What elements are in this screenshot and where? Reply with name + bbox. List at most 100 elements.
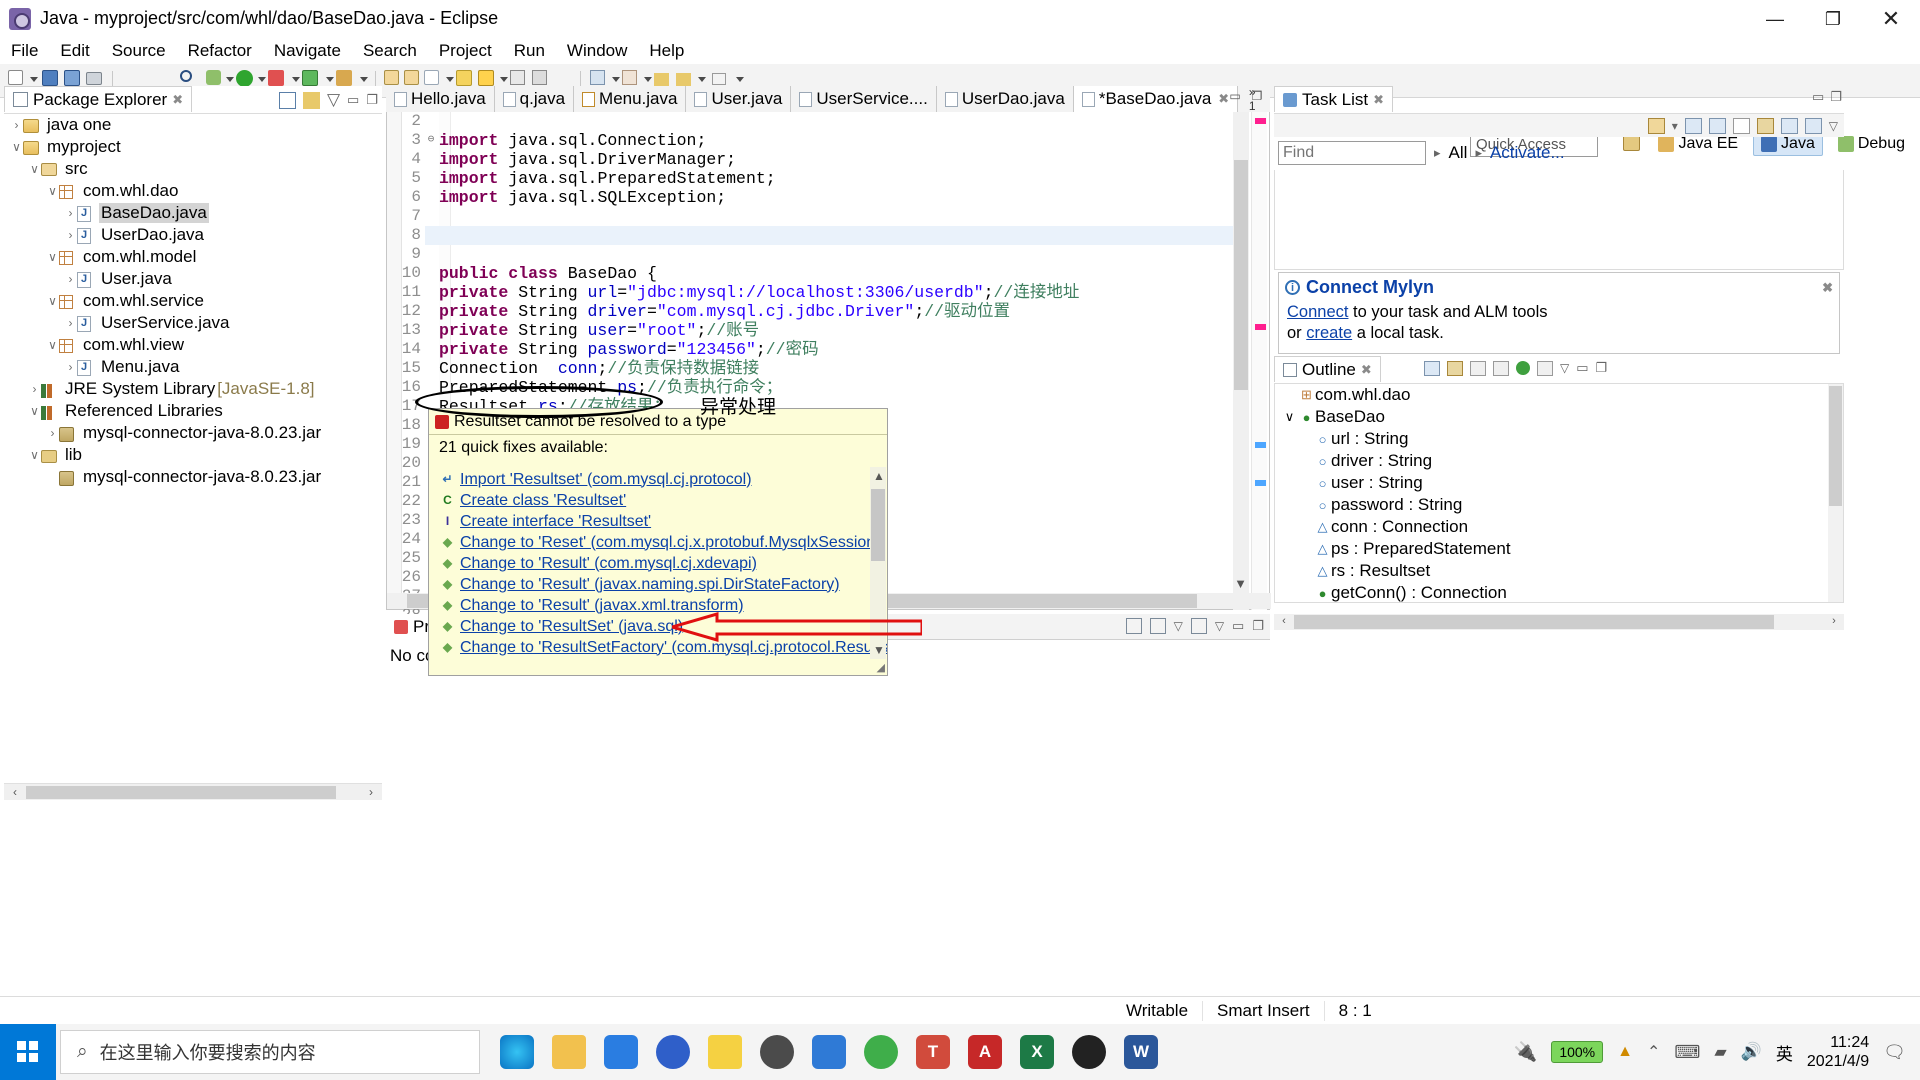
code-line[interactable]: 11 private String url="jdbc:mysql://local… — [402, 283, 1245, 302]
view-menu-icon[interactable]: ▽ — [1560, 361, 1569, 375]
find-dropdown-icon[interactable]: ▸ — [1434, 145, 1441, 161]
new-dropdown-icon[interactable] — [30, 77, 38, 82]
tree-item[interactable]: › Menu.java — [4, 356, 382, 378]
menu-search[interactable]: Search — [352, 39, 428, 63]
highlight-dropdown-icon[interactable] — [500, 77, 508, 82]
outline-tree[interactable]: ⊞ com.whl.dao ∨ ● BaseDao ○ url : String ○ drive… — [1274, 383, 1844, 603]
hide-local-icon[interactable] — [1537, 360, 1553, 376]
editor-tab[interactable]: q.java — [494, 86, 575, 112]
quick-fix-item-label[interactable]: Create class 'Resultset' — [460, 492, 626, 510]
activate-link[interactable]: Activate... — [1490, 143, 1565, 163]
menu-navigate[interactable]: Navigate — [263, 39, 352, 63]
scroll-down-icon[interactable]: ▼ — [1234, 576, 1247, 591]
green-app-icon[interactable] — [864, 1035, 898, 1069]
filters-icon[interactable] — [1125, 618, 1142, 634]
tree-item[interactable]: ∨ Referenced Libraries — [4, 400, 382, 422]
group-by-icon[interactable] — [1149, 618, 1166, 634]
quick-fix-item[interactable]: ↵ Import 'Resultset' (com.mysql.cj.protoc… — [429, 469, 887, 490]
editor-vscrollbar[interactable] — [1233, 112, 1249, 610]
maximize-view-icon[interactable]: ❐ — [366, 92, 378, 108]
view-menu-icon[interactable]: ▽ — [327, 90, 340, 110]
close-icon[interactable]: ✖ — [1361, 362, 1372, 378]
chevron-down-icon[interactable]: ∨ — [10, 140, 23, 154]
chevron-down-icon[interactable]: ∨ — [46, 250, 59, 264]
focus-icon[interactable] — [1732, 117, 1750, 134]
tree-item[interactable]: mysql-connector-java-8.0.23.jar — [4, 466, 382, 488]
find-scope-all-label[interactable]: All — [1449, 143, 1468, 163]
start-button[interactable] — [0, 1024, 56, 1080]
notes-icon[interactable] — [708, 1035, 742, 1069]
error-mark[interactable] — [1255, 118, 1266, 124]
quick-fix-item[interactable]: C Create class 'Resultset' — [429, 490, 887, 511]
hscroll-thumb[interactable] — [1294, 615, 1774, 629]
vscroll-thumb[interactable] — [1829, 386, 1842, 506]
outline-item[interactable]: ∨ ● BaseDao — [1275, 406, 1843, 428]
maximize-button[interactable]: ❐ — [1804, 0, 1862, 38]
editor-tab[interactable]: Menu.java — [574, 86, 687, 112]
chevron-down-icon[interactable]: ∨ — [46, 338, 59, 352]
next-annotation-dropdown-icon[interactable] — [612, 77, 620, 82]
quick-fix-item[interactable]: ◆ Change to 'Result' (com.mysql.cj.xdevap… — [429, 553, 887, 574]
quick-fix-item-label[interactable]: Change to 'Result' (javax.naming.spi.Dir… — [460, 576, 840, 594]
tree-item[interactable]: › java one — [4, 114, 382, 136]
quick-fix-item-label[interactable]: Change to 'ResultSet' (java.sql) — [460, 618, 683, 636]
outline-item[interactable]: ○ driver : String — [1275, 450, 1843, 472]
chevron-right-icon[interactable]: › — [64, 272, 77, 286]
scroll-thumb[interactable] — [871, 489, 885, 561]
tree-item[interactable]: › BaseDao.java — [4, 202, 382, 224]
editor-tab[interactable]: *BaseDao.java ✖ — [1073, 86, 1239, 112]
settings-gear-icon[interactable] — [760, 1035, 794, 1069]
hscroll-thumb[interactable] — [26, 786, 336, 799]
outline-item[interactable]: △ ps : PreparedStatement — [1275, 538, 1843, 560]
maximize-view-icon[interactable]: ❐ — [1596, 360, 1608, 376]
chevron-right-icon[interactable]: › — [10, 118, 23, 132]
tree-item[interactable]: › mysql-connector-java-8.0.23.jar — [4, 422, 382, 444]
tree-item[interactable]: ∨ com.whl.model — [4, 246, 382, 268]
view-menu-icon[interactable]: ▽ — [1174, 619, 1183, 633]
volume-icon[interactable]: 🔊 — [1741, 1042, 1762, 1062]
collapse-all-icon[interactable] — [278, 91, 296, 109]
new-task-icon[interactable] — [1647, 117, 1665, 134]
minimize-editor-icon[interactable]: ▭ — [1226, 89, 1244, 107]
chevron-down-icon[interactable]: ∨ — [46, 294, 59, 308]
menu-refactor[interactable]: Refactor — [177, 39, 263, 63]
run-dropdown-icon[interactable] — [258, 77, 266, 82]
external-tools-dropdown-icon[interactable] — [326, 77, 334, 82]
quick-fix-item-label[interactable]: Create interface 'Resultset' — [460, 513, 651, 531]
debug-dropdown-icon[interactable] — [226, 77, 234, 82]
minimize-button[interactable]: — — [1746, 0, 1804, 38]
chevron-right-icon[interactable]: › — [64, 360, 77, 374]
eclipse-taskbar-icon[interactable] — [1072, 1035, 1106, 1069]
chevron-right-icon[interactable]: › — [64, 206, 77, 220]
code-line[interactable]: 12 private String driver="com.mysql.cj.jd… — [402, 302, 1245, 321]
package-explorer-hscrollbar[interactable]: ‹ › — [4, 783, 382, 800]
tree-item[interactable]: › UserDao.java — [4, 224, 382, 246]
scroll-left-icon[interactable]: ‹ — [6, 786, 24, 799]
menu-file[interactable]: File — [0, 39, 49, 63]
quick-fix-list[interactable]: ↵ Import 'Resultset' (com.mysql.cj.protoc… — [429, 469, 887, 675]
schedule-icon[interactable] — [1708, 117, 1726, 134]
close-icon[interactable]: ✖ — [1373, 92, 1384, 108]
notifications-icon[interactable]: 🗨 — [1883, 1042, 1906, 1063]
collapse-all-icon[interactable] — [1424, 360, 1440, 376]
chevron-right-icon[interactable]: › — [46, 426, 59, 440]
chevron-down-icon[interactable]: ∨ — [1281, 409, 1298, 425]
tree-item[interactable]: ∨ com.whl.service — [4, 290, 382, 312]
file-explorer-icon[interactable] — [552, 1035, 586, 1069]
tray-expand-icon[interactable]: ⌃ — [1647, 1042, 1660, 1062]
previous-annotation-dropdown-icon[interactable] — [644, 77, 652, 82]
chevron-down-icon[interactable]: ∨ — [28, 404, 41, 418]
taskbar-search-box[interactable]: ⌕ 在这里输入你要搜索的内容 — [60, 1030, 480, 1074]
pin-dropdown-icon[interactable] — [736, 77, 744, 82]
code-line[interactable]: 14 private String password="123456";//密码 — [402, 340, 1245, 359]
security-shield-icon[interactable] — [812, 1035, 846, 1069]
tree-item[interactable]: ∨ src — [4, 158, 382, 180]
tree-item[interactable]: › JRE System Library [JavaSE-1.8] — [4, 378, 382, 400]
menu-help[interactable]: Help — [638, 39, 695, 63]
close-icon[interactable]: ✖ — [1822, 280, 1833, 296]
expand-all-icon[interactable] — [1804, 117, 1822, 134]
outline-item[interactable]: ○ password : String — [1275, 494, 1843, 516]
info-mark[interactable] — [1255, 442, 1266, 448]
code-line[interactable]: 2 — [411, 112, 1245, 131]
chevron-down-icon[interactable]: ∨ — [28, 448, 41, 462]
